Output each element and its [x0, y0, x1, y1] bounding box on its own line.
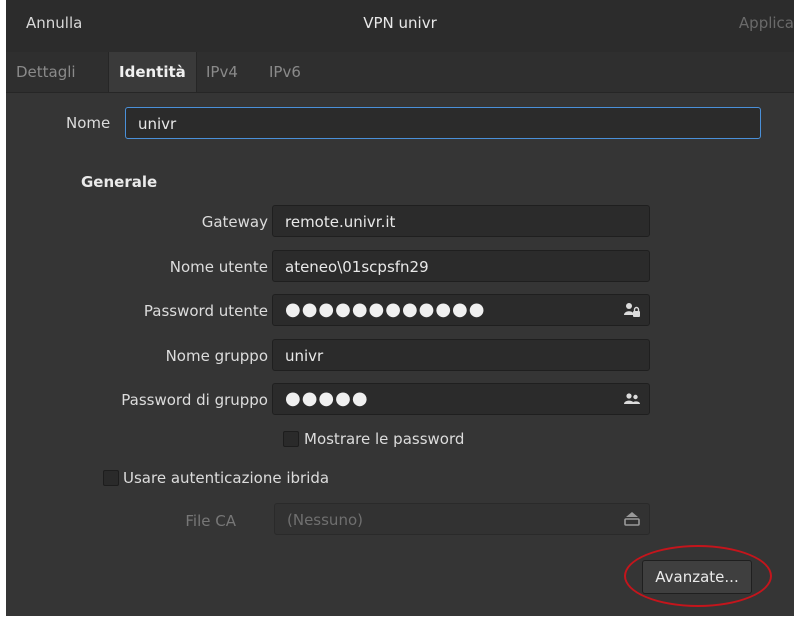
hybrid-auth-label[interactable]: Usare autenticazione ibrida — [123, 469, 329, 487]
group-password-label: Password di gruppo — [121, 391, 268, 409]
show-passwords-label[interactable]: Mostrare le password — [304, 430, 464, 448]
tab-ipv4[interactable]: IPv4 — [196, 52, 248, 92]
user-password-input[interactable]: ●●●●●●●●●●●● — [272, 294, 650, 326]
group-name-input[interactable]: univr — [272, 339, 650, 371]
tab-details[interactable]: Dettagli — [6, 52, 86, 92]
user-password-label: Password utente — [143, 302, 268, 320]
tab-ipv6[interactable]: IPv6 — [259, 52, 311, 92]
name-label: Nome — [66, 114, 111, 132]
show-passwords-checkbox[interactable] — [283, 431, 299, 447]
header-bar: Annulla VPN univr Applica — [6, 0, 794, 53]
tab-bar: Dettagli Identità IPv4 IPv6 — [6, 52, 794, 93]
name-input[interactable]: univr — [125, 107, 761, 139]
ca-file-value: (Nessuno) — [287, 511, 363, 529]
general-heading: Generale — [81, 173, 158, 191]
username-value: ateneo\01scpsfn29 — [285, 258, 429, 276]
ca-file-chooser[interactable]: (Nessuno) — [274, 503, 650, 535]
highlight-ring-annotation — [624, 545, 772, 607]
hybrid-auth-checkbox[interactable] — [103, 470, 119, 486]
group-password-value: ●●●●● — [285, 388, 369, 409]
file-open-icon — [624, 512, 640, 526]
users-icon[interactable] — [623, 390, 641, 408]
group-name-value: univr — [285, 347, 324, 365]
apply-button[interactable]: Applica — [739, 14, 794, 32]
name-value: univr — [138, 115, 177, 133]
tab-identity[interactable]: Identità — [108, 52, 197, 92]
user-password-value: ●●●●●●●●●●●● — [285, 299, 486, 320]
gateway-label: Gateway — [201, 213, 268, 231]
group-name-label: Nome gruppo — [165, 347, 268, 365]
gateway-value: remote.univr.it — [285, 213, 396, 231]
gateway-input[interactable]: remote.univr.it — [272, 205, 650, 237]
ca-file-label: File CA — [185, 512, 236, 530]
dialog-title: VPN univr — [363, 14, 437, 32]
username-input[interactable]: ateneo\01scpsfn29 — [272, 250, 650, 282]
username-label: Nome utente — [169, 258, 268, 276]
vpn-dialog-window: Annulla VPN univr Applica Dettagli Ident… — [6, 0, 794, 616]
group-password-input[interactable]: ●●●●● — [272, 383, 650, 415]
user-lock-icon[interactable] — [623, 301, 641, 319]
